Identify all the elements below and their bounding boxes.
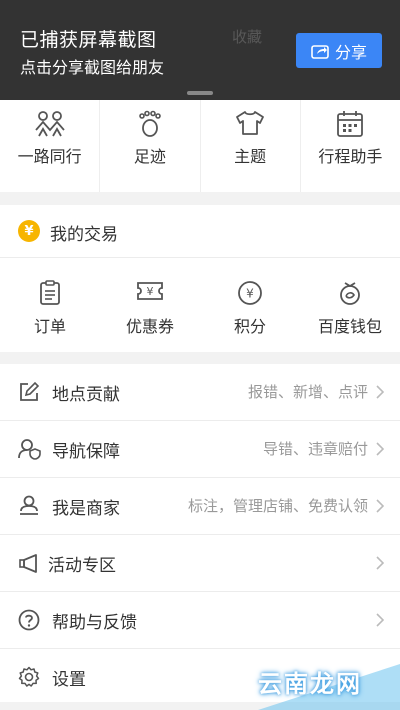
- trade-item-points[interactable]: ¥ 积分: [200, 258, 300, 352]
- share-label: 分享: [334, 42, 367, 62]
- menu-item-subtitle: 标注，管理店铺、免费认领: [187, 497, 368, 515]
- quick-nav-trip-assistant[interactable]: 行程助手: [301, 100, 400, 192]
- watermark-text: 云南龙网: [258, 670, 362, 698]
- menu-item-subtitle: 报错、新增、点评: [247, 383, 368, 401]
- ghost-label-favorite: 收藏: [232, 28, 263, 46]
- megaphone-icon: [19, 554, 37, 573]
- merchant-icon: [20, 495, 38, 515]
- shirt-icon: [236, 111, 265, 135]
- quick-nav-label: 主题: [234, 147, 267, 166]
- menu-item-navigation-guarantee[interactable]: 导航保障 导错、违章赔付: [0, 421, 400, 478]
- shield-user-icon: [18, 439, 41, 460]
- menu-item-title: 导航保障: [52, 442, 120, 462]
- drag-handle[interactable]: [187, 91, 213, 95]
- banner-title: 已捕获屏幕截图: [20, 29, 157, 51]
- menu-item-subtitle: 导错、违章赔付: [262, 440, 368, 458]
- menu-item-help-feedback[interactable]: 帮助与反馈: [0, 592, 400, 649]
- menu-item-title: 我是商家: [52, 499, 120, 519]
- wallet-icon: [340, 282, 360, 305]
- trade-grid: 订单 ¥ 优惠券 ¥ 积分 百度钱包: [0, 258, 400, 352]
- menu-item-title: 帮助与反馈: [52, 613, 137, 633]
- menu-item-place-contribution[interactable]: 地点贡献 报错、新增、点评: [0, 364, 400, 421]
- quick-nav-together[interactable]: 一路同行: [0, 100, 101, 192]
- trade-item-label: 积分: [233, 317, 266, 336]
- trade-item-wallet[interactable]: 百度钱包: [300, 258, 400, 352]
- share-button[interactable]: 分享: [296, 33, 382, 68]
- trade-item-label: 优惠券: [125, 317, 174, 336]
- help-icon: [18, 609, 40, 631]
- trade-header[interactable]: ¥ 我的交易: [0, 205, 400, 258]
- quick-nav-theme[interactable]: 主题: [201, 100, 301, 192]
- menu-item-title: 设置: [52, 670, 86, 690]
- trade-title: 我的交易: [50, 225, 118, 245]
- quick-nav: 一路同行 足迹 主题 行程助手: [0, 100, 400, 192]
- trade-item-orders[interactable]: 订单: [0, 258, 100, 352]
- svg-text:¥: ¥: [246, 287, 254, 301]
- order-icon: [40, 280, 60, 305]
- menu-item-title: 地点贡献: [52, 385, 120, 405]
- edit-icon: [20, 381, 40, 401]
- chevron-right-icon: [376, 556, 384, 570]
- trade-item-label: 百度钱包: [317, 317, 382, 336]
- watermark-logo: 云南龙网: [258, 664, 362, 699]
- menu-item-activities[interactable]: 活动专区: [0, 535, 400, 592]
- menu-item-title: 活动专区: [48, 556, 116, 576]
- chevron-right-icon: [376, 499, 384, 513]
- banner-subtitle: 点击分享截图给朋友: [20, 58, 165, 77]
- chevron-right-icon: [376, 613, 384, 627]
- menu-list: 地点贡献 报错、新增、点评 导航保障 导错、违章赔付 我是商家 标注，管理店铺、…: [0, 364, 400, 702]
- screenshot-banner[interactable]: 收藏 已捕获屏幕截图 点击分享截图给朋友 分享: [0, 0, 400, 100]
- trade-item-coupons[interactable]: ¥ 优惠券: [100, 258, 200, 352]
- quick-nav-footprint[interactable]: 足迹: [100, 100, 201, 192]
- yen-badge-icon: ¥: [18, 220, 40, 242]
- trade-item-label: 订单: [33, 317, 66, 336]
- quick-nav-label: 行程助手: [318, 147, 383, 166]
- menu-item-merchant[interactable]: 我是商家 标注，管理店铺、免费认领: [0, 478, 400, 535]
- footprint-icon: [139, 110, 161, 137]
- svg-text:¥: ¥: [147, 285, 154, 298]
- points-icon: ¥: [238, 281, 262, 305]
- quick-nav-label: 足迹: [133, 147, 166, 166]
- quick-nav-label: 一路同行: [17, 147, 82, 166]
- calendar-icon: [337, 111, 364, 137]
- chevron-right-icon: [376, 442, 384, 456]
- share-icon: [311, 44, 329, 59]
- chevron-right-icon: [376, 385, 384, 399]
- gear-icon: [18, 666, 40, 687]
- coupon-icon: ¥: [137, 282, 163, 300]
- people-together-icon: [34, 111, 65, 137]
